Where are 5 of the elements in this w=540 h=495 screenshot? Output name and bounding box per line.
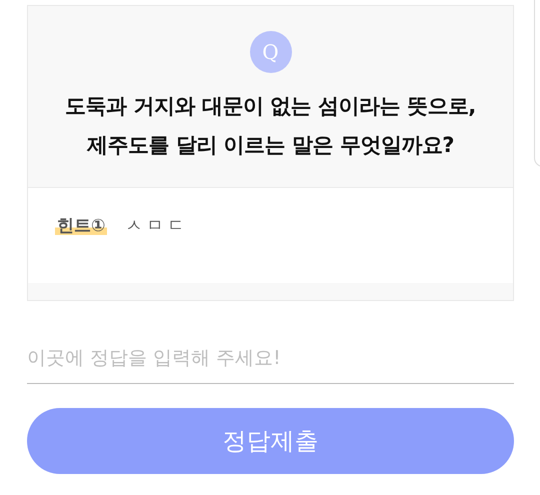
answer-field[interactable]: 이곳에 정답을 입력해 주세요!	[27, 339, 514, 384]
submit-button[interactable]: 정답제출	[27, 408, 514, 474]
question-text: 도둑과 거지와 대문이 없는 섬이라는 뜻으로, 제주도를 달리 이르는 말은 무엇일까요?	[65, 93, 476, 159]
hint-text: ㅅㅁㄷ	[125, 215, 188, 237]
q-badge: Q	[250, 31, 292, 73]
